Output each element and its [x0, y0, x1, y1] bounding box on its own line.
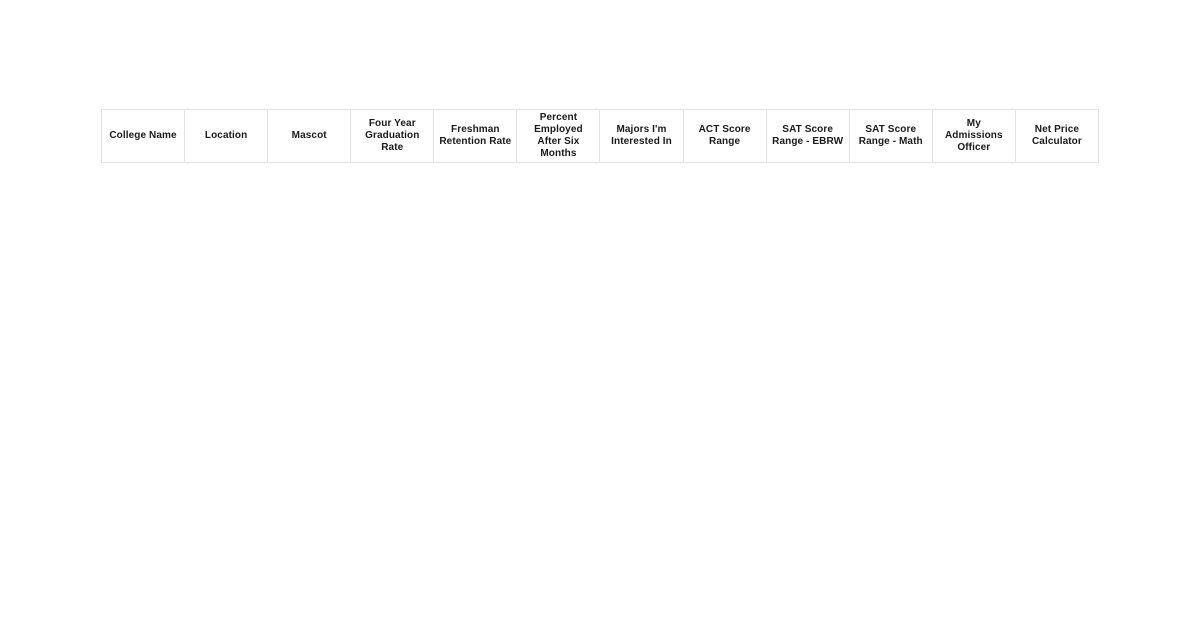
column-header-sat-score-range-math[interactable]: SAT Score Range - Math [848, 109, 933, 163]
column-header-sat-score-range-ebrw[interactable]: SAT Score Range - EBRW [765, 109, 850, 163]
column-header-mascot[interactable]: Mascot [267, 109, 352, 163]
column-header-percent-employed-after-six-months[interactable]: Percent Employed After Six Months [516, 109, 601, 163]
column-header-four-year-graduation-rate[interactable]: Four Year Graduation Rate [350, 109, 435, 163]
college-comparison-table-container: College Name Location Mascot Four Year G… [100, 109, 1100, 163]
college-comparison-table: College Name Location Mascot Four Year G… [100, 109, 1100, 163]
column-header-my-admissions-officer[interactable]: My Admissions Officer [931, 109, 1016, 163]
column-header-location[interactable]: Location [184, 109, 269, 163]
column-header-freshman-retention-rate[interactable]: Freshman Retention Rate [433, 109, 518, 163]
table-header-row: College Name Location Mascot Four Year G… [100, 109, 1100, 163]
table-header: College Name Location Mascot Four Year G… [100, 109, 1100, 163]
column-header-act-score-range[interactable]: ACT Score Range [682, 109, 767, 163]
column-header-majors-interested-in[interactable]: Majors I'm Interested In [599, 109, 684, 163]
page-canvas: College Name Location Mascot Four Year G… [0, 0, 1200, 630]
column-header-college-name[interactable]: College Name [100, 109, 186, 163]
column-header-net-price-calculator[interactable]: Net Price Calculator [1014, 109, 1100, 163]
